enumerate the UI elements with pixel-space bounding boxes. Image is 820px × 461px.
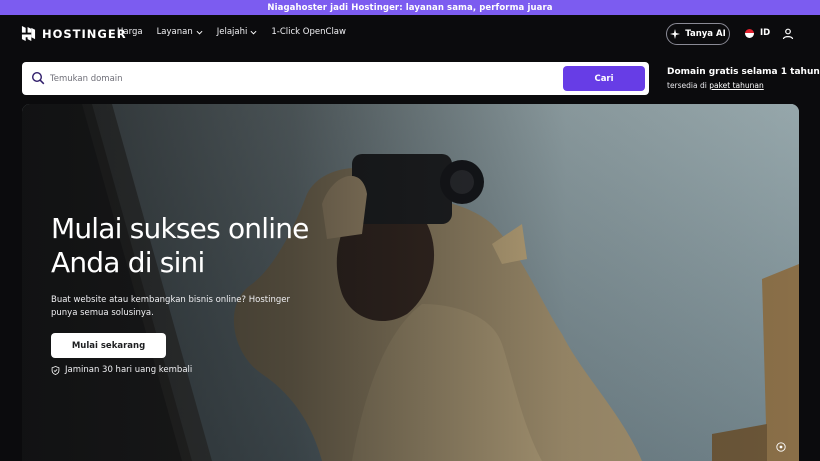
search-icon [31, 71, 45, 85]
brand-name: HOSTINGER [42, 26, 127, 41]
start-now-button[interactable]: Mulai sekarang [51, 333, 166, 358]
brand-logo[interactable]: HOSTINGER [21, 26, 127, 41]
domain-search-box: Cari [22, 62, 649, 95]
nav-item-harga[interactable]: Harga [117, 27, 143, 37]
nav-item-jelajahi[interactable]: Jelajahi [217, 27, 258, 37]
search-button[interactable]: Cari [563, 66, 645, 91]
annual-plan-link[interactable]: paket tahunan [709, 81, 764, 90]
hero-title-line2: Anda di sini [51, 246, 205, 279]
nav-item-label: Layanan [156, 27, 193, 37]
domain-offer-title: Domain gratis selama 1 tahun [667, 67, 820, 77]
domain-offer-subtitle: tersedia di paket tahunan [667, 81, 820, 90]
hero-description: Buat website atau kembangkan bisnis onli… [51, 295, 290, 318]
sparkle-icon [670, 29, 681, 39]
domain-offer: Domain gratis selama 1 tahun tersedia di… [667, 67, 820, 90]
domain-offer-prefix: tersedia di [667, 81, 707, 90]
user-icon[interactable] [782, 28, 794, 40]
nav-item-openclaw[interactable]: 1-Click OpenClaw [271, 27, 346, 37]
ask-ai-label: Tanya AI [685, 29, 726, 39]
chevron-down-icon [250, 30, 257, 34]
guarantee-text: Jaminan 30 hari uang kembali [65, 365, 193, 375]
nav-item-layanan[interactable]: Layanan [157, 27, 203, 37]
nav-item-label: Harga [117, 27, 143, 37]
info-icon[interactable] [776, 442, 786, 452]
flag-id-icon [745, 28, 754, 38]
domain-search-input[interactable] [50, 69, 570, 88]
ask-ai-button[interactable]: Tanya AI [666, 23, 730, 45]
chevron-down-icon [196, 30, 203, 34]
hero-title: Mulai sukses online Anda di sini [51, 212, 371, 280]
promo-text: Niagahoster jadi Hostinger: layanan sama… [267, 2, 553, 13]
shield-check-icon [51, 365, 60, 375]
language-selector[interactable]: ID [745, 28, 770, 38]
language-label: ID [760, 28, 771, 38]
nav-item-label: Jelajahi [216, 27, 248, 37]
hero-overlay [22, 104, 799, 461]
nav-item-label: 1-Click OpenClaw [271, 27, 346, 37]
top-nav: HOSTINGER Harga Layanan Jelajahi 1-Click… [0, 15, 820, 53]
hero-section: Mulai sukses online Anda di sini Buat we… [22, 104, 799, 461]
promo-banner[interactable]: Niagahoster jadi Hostinger: layanan sama… [0, 0, 820, 15]
nav-links: Harga Layanan Jelajahi 1-Click OpenClaw [117, 27, 346, 37]
hero-title-line1: Mulai sukses online [51, 212, 309, 245]
hostinger-logo-icon [21, 26, 36, 41]
money-back-guarantee: Jaminan 30 hari uang kembali [51, 365, 192, 375]
